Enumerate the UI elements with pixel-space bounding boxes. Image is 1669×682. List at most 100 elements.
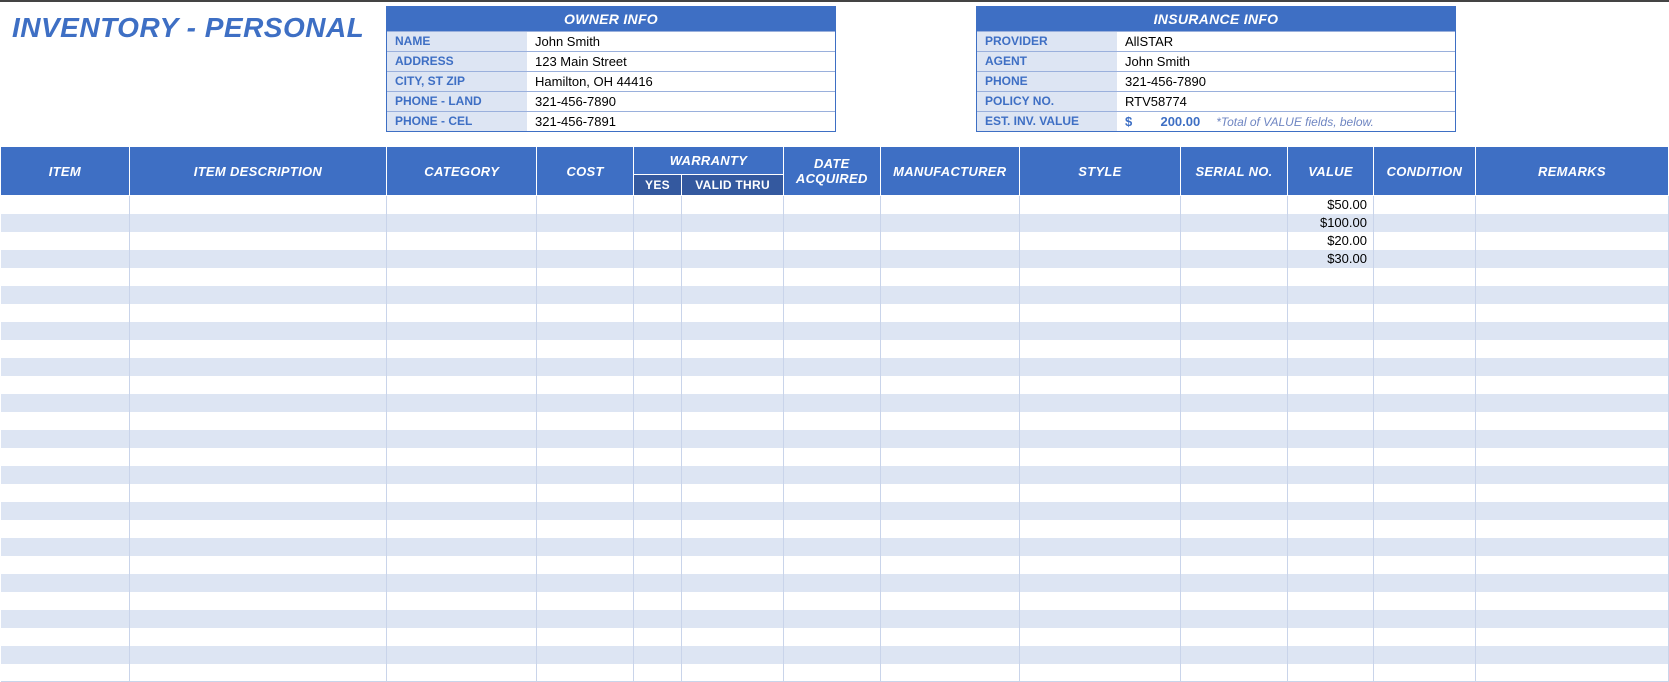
table-cell[interactable]	[1373, 556, 1475, 574]
table-cell[interactable]	[784, 610, 881, 628]
table-cell[interactable]	[1475, 358, 1668, 376]
table-cell[interactable]	[784, 376, 881, 394]
table-cell[interactable]	[1475, 250, 1668, 268]
table-cell[interactable]	[633, 304, 681, 322]
table-cell[interactable]	[1020, 286, 1181, 304]
table-cell[interactable]	[537, 196, 634, 214]
table-cell[interactable]	[129, 574, 386, 592]
table-cell[interactable]	[1180, 430, 1287, 448]
table-cell[interactable]	[1180, 556, 1287, 574]
table-cell[interactable]	[129, 538, 386, 556]
table-cell[interactable]	[1020, 574, 1181, 592]
table-cell[interactable]	[129, 304, 386, 322]
table-cell[interactable]	[1, 286, 130, 304]
col-cost[interactable]: COST	[537, 147, 634, 196]
col-remarks[interactable]: REMARKS	[1475, 147, 1668, 196]
table-row[interactable]	[1, 502, 1669, 520]
table-cell[interactable]	[1180, 214, 1287, 232]
table-cell[interactable]	[682, 448, 784, 466]
table-cell[interactable]	[682, 610, 784, 628]
table-cell[interactable]	[1020, 250, 1181, 268]
table-cell[interactable]	[129, 286, 386, 304]
table-cell[interactable]	[1373, 358, 1475, 376]
table-cell[interactable]	[880, 304, 1019, 322]
table-cell[interactable]	[387, 304, 537, 322]
table-cell[interactable]	[633, 322, 681, 340]
col-description[interactable]: ITEM DESCRIPTION	[129, 147, 386, 196]
table-cell[interactable]	[1, 214, 130, 232]
table-cell[interactable]	[1288, 520, 1374, 538]
table-cell[interactable]	[129, 556, 386, 574]
table-cell[interactable]	[1288, 322, 1374, 340]
table-cell[interactable]	[1288, 646, 1374, 664]
table-cell[interactable]	[537, 394, 634, 412]
table-cell[interactable]	[1373, 268, 1475, 286]
table-cell[interactable]	[1020, 376, 1181, 394]
table-cell[interactable]	[1, 340, 130, 358]
col-style[interactable]: STYLE	[1020, 147, 1181, 196]
table-cell[interactable]	[633, 340, 681, 358]
table-cell[interactable]	[1020, 466, 1181, 484]
table-cell[interactable]	[1180, 520, 1287, 538]
table-cell[interactable]	[1180, 232, 1287, 250]
table-cell[interactable]	[1288, 484, 1374, 502]
table-cell[interactable]	[387, 466, 537, 484]
col-value[interactable]: VALUE	[1288, 147, 1374, 196]
table-cell[interactable]	[1373, 466, 1475, 484]
table-cell[interactable]	[1180, 196, 1287, 214]
table-cell[interactable]	[1475, 646, 1668, 664]
table-cell[interactable]	[880, 502, 1019, 520]
table-cell[interactable]	[1180, 466, 1287, 484]
table-cell[interactable]	[633, 394, 681, 412]
table-cell[interactable]	[1020, 592, 1181, 610]
table-cell[interactable]	[880, 520, 1019, 538]
table-cell[interactable]	[1475, 592, 1668, 610]
table-cell[interactable]	[1020, 646, 1181, 664]
table-cell[interactable]	[1180, 394, 1287, 412]
table-cell[interactable]	[387, 394, 537, 412]
table-cell[interactable]	[129, 502, 386, 520]
table-cell[interactable]	[633, 430, 681, 448]
table-cell[interactable]	[633, 574, 681, 592]
table-cell[interactable]	[682, 430, 784, 448]
table-cell[interactable]	[387, 376, 537, 394]
table-cell[interactable]	[1373, 484, 1475, 502]
table-cell[interactable]	[1, 592, 130, 610]
table-cell[interactable]	[633, 376, 681, 394]
table-cell[interactable]	[1288, 358, 1374, 376]
table-cell[interactable]	[387, 574, 537, 592]
table-cell[interactable]	[1373, 196, 1475, 214]
table-cell[interactable]	[1, 520, 130, 538]
table-cell[interactable]	[1475, 304, 1668, 322]
table-cell[interactable]	[537, 358, 634, 376]
table-cell[interactable]	[682, 646, 784, 664]
table-cell[interactable]	[633, 268, 681, 286]
table-cell[interactable]	[880, 484, 1019, 502]
table-cell[interactable]	[880, 268, 1019, 286]
table-cell[interactable]	[1475, 574, 1668, 592]
table-cell[interactable]	[1373, 430, 1475, 448]
table-cell[interactable]	[1288, 592, 1374, 610]
table-cell[interactable]	[633, 448, 681, 466]
table-cell[interactable]	[1020, 394, 1181, 412]
table-cell[interactable]	[1, 250, 130, 268]
table-cell[interactable]	[537, 286, 634, 304]
table-cell[interactable]	[1, 358, 130, 376]
table-cell[interactable]	[1020, 340, 1181, 358]
table-cell[interactable]	[880, 592, 1019, 610]
table-cell[interactable]	[1373, 250, 1475, 268]
table-cell[interactable]	[633, 232, 681, 250]
col-item[interactable]: ITEM	[1, 147, 130, 196]
table-cell[interactable]	[682, 340, 784, 358]
table-row[interactable]	[1, 628, 1669, 646]
table-row[interactable]	[1, 592, 1669, 610]
table-cell[interactable]	[1373, 232, 1475, 250]
table-cell[interactable]	[1475, 502, 1668, 520]
table-cell[interactable]	[129, 484, 386, 502]
table-cell[interactable]	[880, 394, 1019, 412]
table-cell[interactable]	[1180, 358, 1287, 376]
table-cell[interactable]	[880, 232, 1019, 250]
table-cell[interactable]	[1475, 484, 1668, 502]
table-cell[interactable]	[1373, 574, 1475, 592]
table-cell[interactable]	[880, 466, 1019, 484]
